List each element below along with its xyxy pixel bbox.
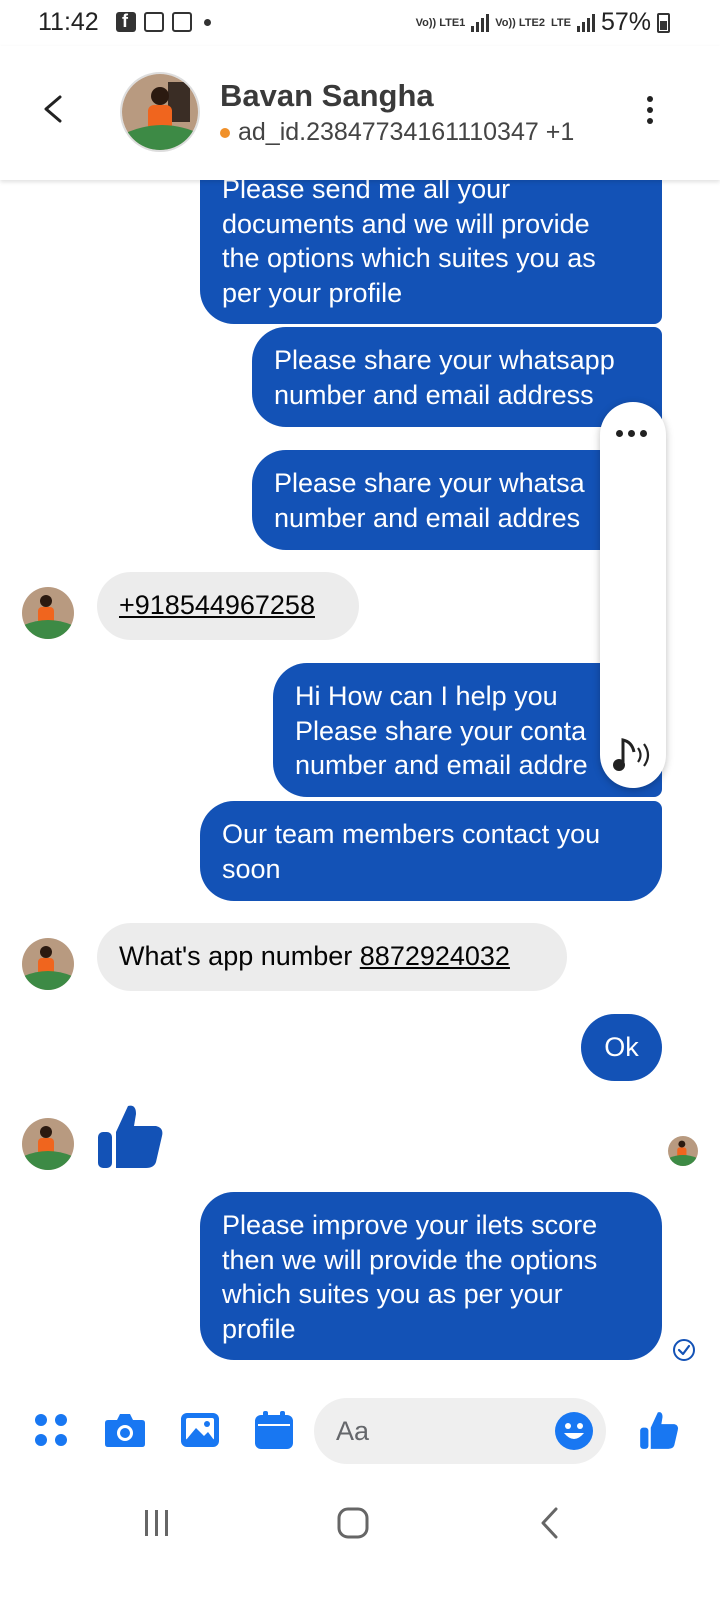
message-bubble-outgoing[interactable]: Please send me all your documents and we…	[200, 160, 662, 324]
message-bubble-outgoing[interactable]: Please improve your ilets score then we …	[200, 1192, 662, 1360]
message-text-line: the options which suites you as	[222, 243, 596, 273]
floating-side-panel[interactable]	[600, 402, 666, 788]
delivered-check-icon	[673, 1339, 695, 1361]
phone-number-link[interactable]: +918544967258	[119, 590, 315, 620]
message-text-line: Hi How can I help you	[295, 681, 558, 711]
more-notifications-dot-icon	[204, 18, 211, 26]
active-status-dot	[220, 127, 230, 138]
back-arrow-icon[interactable]	[40, 94, 66, 124]
message-bubble-incoming[interactable]: What's app number 8872924032	[97, 923, 567, 991]
message-text-line: documents and we will provide	[222, 208, 590, 239]
emoji-smiley-icon[interactable]	[554, 1411, 594, 1451]
status-time: 11:42	[38, 8, 99, 36]
system-navigation-bar	[0, 1480, 720, 1600]
message-bubble-outgoing[interactable]: Our team members contact you soon	[200, 801, 662, 901]
signal-icon	[576, 13, 595, 32]
sim1-label: Vo)) LTE1	[415, 16, 466, 29]
recent-apps-icon[interactable]	[142, 1508, 172, 1538]
message-text-line: Please share your whatsa	[274, 468, 585, 498]
message-text-line: Please improve your ilets score	[222, 1210, 598, 1240]
message-text-line: number and email addre	[295, 750, 588, 780]
news-notification-icon	[144, 12, 164, 32]
network-type-label: LTE	[550, 16, 571, 29]
status-bar: 11:42 Vo)) LTE1 Vo)) LTE2 LTE 57%	[0, 0, 720, 46]
four-dots-icon[interactable]	[34, 1413, 68, 1447]
message-input-container[interactable]	[314, 1398, 606, 1464]
message-text: Ok	[604, 1032, 639, 1062]
edit-notification-icon	[172, 12, 192, 32]
battery-icon	[657, 12, 670, 33]
thumbs-up-sticker-icon[interactable]	[96, 1102, 164, 1170]
ad-id-label: ad_id.23847734161110347 +1	[238, 118, 575, 146]
system-back-icon[interactable]	[538, 1506, 562, 1540]
message-bubble-outgoing[interactable]: Ok	[581, 1014, 662, 1081]
sender-avatar[interactable]	[22, 938, 74, 990]
message-text-line: which suites you as per your	[222, 1279, 563, 1309]
home-icon[interactable]	[336, 1506, 370, 1540]
message-text: What's app number	[119, 941, 360, 971]
message-text-line: number and email addres	[274, 502, 581, 533]
message-text-line: Our team members contact you	[222, 819, 601, 849]
contact-avatar[interactable]	[120, 72, 200, 152]
message-input[interactable]	[336, 1412, 556, 1450]
facebook-notification-icon	[116, 11, 136, 32]
battery-percent: 57%	[600, 8, 651, 36]
message-text-line: profile	[222, 1313, 296, 1344]
camera-icon[interactable]	[104, 1412, 146, 1448]
message-text-line: Please share your conta	[295, 715, 587, 746]
sender-avatar[interactable]	[22, 1118, 74, 1170]
message-text-line: soon	[222, 853, 281, 884]
contact-name[interactable]: Bavan Sangha	[220, 78, 434, 114]
more-options-icon[interactable]	[644, 96, 656, 128]
contact-subtitle: ad_id.23847734161110347 +1	[220, 118, 574, 147]
message-bubble-incoming[interactable]: +918544967258	[97, 572, 359, 640]
message-text-line: per your profile	[222, 277, 403, 308]
phone-number-link[interactable]: 8872924032	[360, 941, 510, 971]
status-indicators: Vo)) LTE1 Vo)) LTE2 LTE 57%	[416, 8, 670, 37]
message-text-line: Please share your whatsapp	[274, 345, 615, 375]
signal-icon	[471, 13, 490, 32]
message-text-line: number and email address	[274, 379, 594, 410]
image-icon[interactable]	[180, 1412, 220, 1448]
calendar-icon[interactable]	[254, 1410, 294, 1450]
music-note-icon[interactable]	[610, 736, 656, 774]
message-bubble-outgoing[interactable]: Please share your whatsapp number and em…	[252, 327, 662, 427]
sim2-label: Vo)) LTE2	[495, 16, 545, 29]
panel-more-icon[interactable]	[616, 430, 647, 437]
sender-avatar[interactable]	[22, 587, 74, 639]
notification-icons	[116, 11, 211, 32]
seen-by-avatar	[668, 1136, 698, 1166]
thumbs-up-icon[interactable]	[638, 1410, 680, 1450]
conversation-header: Bavan Sangha ad_id.23847734161110347 +1	[0, 46, 720, 180]
message-composer	[0, 1398, 720, 1468]
message-text-line: then we will provide the options	[222, 1244, 598, 1275]
